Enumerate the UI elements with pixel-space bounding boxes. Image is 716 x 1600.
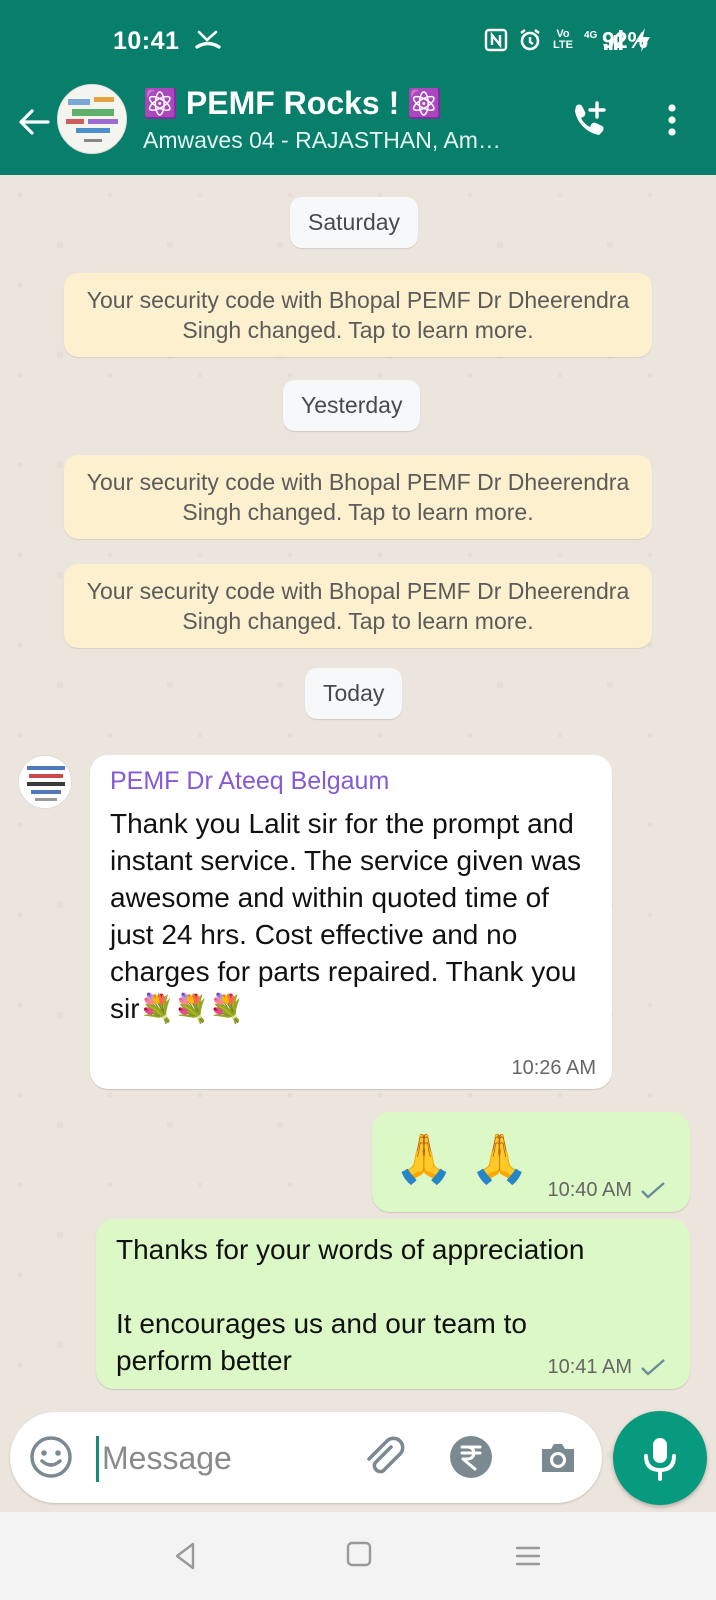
- nav-recents-icon[interactable]: [513, 1542, 543, 1570]
- date-chip-saturday: Saturday: [290, 197, 419, 248]
- security-code-notice[interactable]: Your security code with Bhopal PEMF Dr D…: [64, 455, 652, 539]
- nfc-icon: [484, 28, 508, 52]
- emoji-icon[interactable]: [28, 1434, 74, 1480]
- more-vert-icon[interactable]: [660, 98, 684, 142]
- sent-check-icon: [640, 1357, 666, 1379]
- system-navigation-bar: [0, 1512, 716, 1600]
- security-code-notice[interactable]: Your security code with Bhopal PEMF Dr D…: [64, 273, 652, 357]
- sender-avatar[interactable]: [18, 755, 72, 809]
- mic-button[interactable]: [613, 1411, 707, 1505]
- group-name: PEMF Rocks !: [185, 85, 400, 121]
- outgoing-message[interactable]: 🙏🙏 10:40 AM: [372, 1112, 690, 1212]
- paperclip-icon[interactable]: [360, 1434, 408, 1482]
- rupee-icon[interactable]: [448, 1434, 494, 1480]
- back-arrow-icon[interactable]: [14, 102, 54, 142]
- nav-back-icon[interactable]: [170, 1540, 200, 1572]
- date-chip-today: Today: [305, 668, 403, 719]
- text-cursor: [96, 1436, 99, 1482]
- add-call-icon[interactable]: [566, 98, 610, 142]
- battery-percent: 92%: [601, 27, 648, 53]
- missed-call-icon: [194, 28, 222, 57]
- message-text: It encourages us and our team to perform…: [116, 1308, 527, 1376]
- atom-emoji-right: ⚛️: [407, 88, 443, 119]
- message-text: 🙏🙏: [394, 1133, 546, 1186]
- group-members[interactable]: Amwaves 04 - RAJASTHAN, Am…: [143, 127, 501, 154]
- message-time: 10:41 AM: [547, 1356, 632, 1378]
- message-text: Thank you Lalit sir for the prompt and i…: [110, 808, 582, 1024]
- sent-check-icon: [640, 1180, 666, 1202]
- message-text: Thanks for your words of appreciation: [116, 1234, 585, 1265]
- message-time: 10:40 AM: [547, 1179, 632, 1201]
- sender-name[interactable]: PEMF Dr Ateeq Belgaum: [110, 767, 389, 796]
- chat-title[interactable]: ⚛️ PEMF Rocks ! ⚛️: [143, 85, 442, 122]
- security-code-notice[interactable]: Your security code with Bhopal PEMF Dr D…: [64, 564, 652, 648]
- status-time: 10:41: [113, 27, 180, 55]
- alarm-icon: [518, 28, 542, 52]
- message-time: 10:26 AM: [511, 1057, 596, 1079]
- status-bar: 10:41 Vo LTE 4G 92%: [0, 0, 716, 80]
- outgoing-message[interactable]: Thanks for your words of appreciation It…: [96, 1219, 690, 1389]
- mic-icon: [644, 1438, 676, 1481]
- incoming-message[interactable]: PEMF Dr Ateeq Belgaum Thank you Lalit si…: [90, 755, 612, 1089]
- message-composer[interactable]: [10, 1412, 602, 1503]
- nav-home-icon[interactable]: [345, 1540, 373, 1568]
- chat-header[interactable]: ⚛️ PEMF Rocks ! ⚛️ Amwaves 04 - RAJASTHA…: [0, 80, 716, 175]
- chat-area[interactable]: Saturday Your security code with Bhopal …: [0, 175, 716, 1510]
- camera-icon[interactable]: [534, 1434, 582, 1482]
- message-input[interactable]: [102, 1432, 342, 1484]
- date-chip-yesterday: Yesterday: [283, 380, 421, 431]
- atom-emoji-left: ⚛️: [143, 88, 178, 119]
- volte-icon: Vo LTE: [553, 28, 573, 51]
- group-avatar[interactable]: [57, 84, 127, 154]
- svg-text:4G: 4G: [584, 30, 598, 41]
